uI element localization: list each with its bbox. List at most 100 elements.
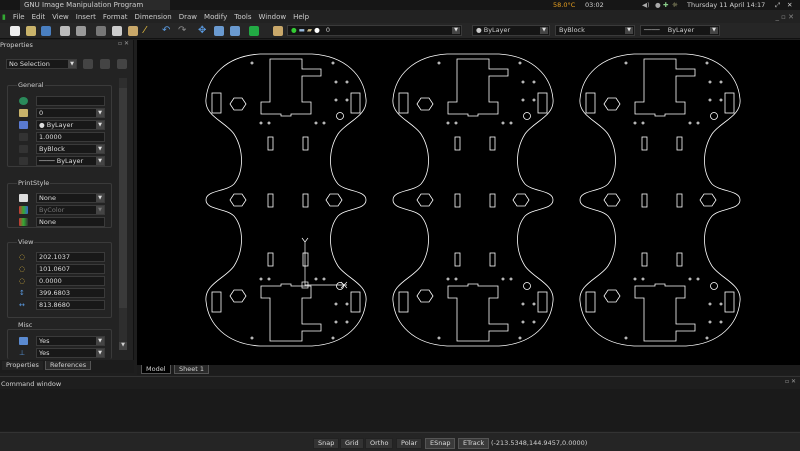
menu-modify[interactable]: Modify — [204, 13, 227, 21]
group-printstyle: PrintStyle — [17, 179, 51, 187]
hyperlink-icon — [19, 97, 28, 105]
undo-icon[interactable]: ↶ — [162, 26, 172, 36]
tab-sheet-1[interactable]: Sheet 1 — [174, 365, 209, 374]
layer-manager-icon[interactable] — [273, 26, 283, 36]
lineweight-select[interactable]: ──── ByLayer ▼ — [640, 25, 720, 36]
properties-panel: Properties ▫ ✕ No Selection ▼ General 0 ▼ … — [0, 40, 134, 373]
center-y-field[interactable]: 101.0607 — [36, 264, 105, 274]
ortho-button[interactable]: Ortho — [365, 438, 394, 449]
zoom-in-icon[interactable] — [214, 26, 224, 36]
plot-table-field[interactable]: None — [36, 217, 105, 227]
linetype-scale-field[interactable]: 1.0000 — [36, 132, 105, 142]
width-icon: ↔ — [19, 301, 25, 309]
layout-tabs: Model Sheet 1 — [137, 365, 800, 375]
save-icon[interactable] — [41, 26, 51, 36]
drawing[interactable] — [137, 40, 800, 365]
esnap-button[interactable]: ESnap — [425, 438, 456, 449]
drawing-canvas[interactable] — [137, 40, 800, 365]
paste-icon[interactable] — [128, 26, 138, 36]
color-select[interactable]: ● ByLayer ▼ — [472, 25, 550, 36]
lineweight-field[interactable]: ──── ByLayer ▼ — [36, 156, 105, 166]
scroll-down-icon[interactable]: ▼ — [119, 342, 127, 350]
plot-table-icon — [19, 218, 28, 226]
menu-window[interactable]: Window — [258, 13, 286, 21]
group-view: View — [17, 238, 35, 246]
center-x-field[interactable]: 202.1037 — [36, 252, 105, 262]
menu-bar: ▮ File Edit View Insert Format Dimension… — [0, 10, 800, 23]
tray-time: 03:02 — [585, 1, 604, 9]
linetype-field[interactable]: ByBlock ▼ — [36, 144, 105, 154]
tab-references[interactable]: References — [45, 361, 92, 370]
close-icon[interactable]: ✕ — [787, 0, 792, 10]
board-outline-2[interactable] — [392, 53, 554, 347]
menu-format[interactable]: Format — [103, 13, 128, 21]
etrack-button[interactable]: ETrack — [458, 438, 490, 449]
menu-tools[interactable]: Tools — [234, 13, 251, 21]
cut-icon[interactable] — [96, 26, 106, 36]
ucs-origin-field[interactable]: Yes ▼ — [36, 348, 105, 358]
command-window: Command window ▫ ✕ — [0, 376, 800, 432]
zoom-out-icon[interactable] — [230, 26, 240, 36]
group-general: General — [17, 81, 45, 89]
select-all-icon[interactable] — [100, 59, 110, 69]
command-window-controls-icon[interactable]: ▫ ✕ — [785, 378, 796, 385]
window-title: GNU Image Manipulation Program — [20, 0, 170, 10]
coordinates-readout: (-213.5348,144.9457,0.0000) — [491, 439, 588, 447]
window-controls-icon[interactable]: _ ▫ ✕ — [775, 13, 794, 21]
restore-icon[interactable]: ⤢ — [775, 0, 780, 10]
color-field[interactable]: ● ByLayer ▼ — [36, 120, 105, 130]
cpu-temperature: 58.0°C — [553, 1, 576, 9]
new-file-icon[interactable] — [10, 26, 20, 36]
color-icon — [19, 121, 28, 129]
ucs-axes-icon — [301, 237, 348, 289]
layer-select[interactable]: ● ▬ ▰ ● 0 ▼ — [287, 25, 462, 36]
panel-controls-icon[interactable]: ▫ ✕ — [118, 40, 129, 47]
print-icon[interactable] — [60, 26, 70, 36]
ucs-origin-icon: ⊥ — [19, 349, 26, 357]
menu-file[interactable]: File — [13, 13, 25, 21]
copy-icon[interactable] — [112, 26, 122, 36]
command-input[interactable] — [0, 389, 800, 431]
select-icon[interactable] — [83, 59, 93, 69]
redo-icon[interactable]: ↷ — [178, 26, 188, 36]
menu-edit[interactable]: Edit — [32, 13, 46, 21]
ucs-on-field[interactable]: Yes ▼ — [36, 336, 105, 346]
polar-button[interactable]: Polar — [396, 438, 423, 449]
height-field[interactable]: 399.6803 — [36, 288, 105, 298]
clock[interactable]: Thursday 11 April 14:17 — [687, 0, 765, 10]
plot-style-field[interactable]: None ▼ — [36, 193, 105, 203]
layer-icon — [19, 109, 28, 117]
grid-button[interactable]: Grid — [340, 438, 364, 449]
lineweight-icon — [19, 157, 28, 165]
menu-view[interactable]: View — [52, 13, 69, 21]
hyperlink-field[interactable] — [36, 96, 105, 106]
selection-select[interactable]: No Selection ▼ — [6, 59, 77, 69]
menu-dimension[interactable]: Dimension — [135, 13, 172, 21]
center-z-field[interactable]: 0.0000 — [36, 276, 105, 286]
tab-model[interactable]: Model — [141, 365, 171, 374]
tab-properties[interactable]: Properties — [2, 361, 43, 370]
height-icon: ↕ — [19, 289, 25, 297]
pan-icon[interactable]: ✥ — [198, 26, 208, 36]
print-preview-icon[interactable] — [76, 26, 86, 36]
draw-line-icon[interactable]: ⁄ — [144, 26, 154, 36]
chat-icon[interactable]: ● — [655, 0, 661, 10]
volume-icon[interactable]: ◀) — [642, 0, 650, 10]
layer-field[interactable]: 0 ▼ — [36, 108, 105, 118]
menu-insert[interactable]: Insert — [76, 13, 96, 21]
network-icon[interactable]: ✚ — [663, 0, 668, 10]
board-outline-3[interactable] — [579, 53, 741, 347]
width-field[interactable]: 813.8680 — [36, 300, 105, 310]
menu-help[interactable]: Help — [293, 13, 309, 21]
linetype-select[interactable]: ByBlock ▼ — [555, 25, 635, 36]
menu-draw[interactable]: Draw — [179, 13, 197, 21]
grid-icon[interactable] — [249, 26, 259, 36]
group-misc: Misc — [17, 321, 34, 329]
center-z-icon: ◌ — [19, 277, 26, 285]
snap-button[interactable]: Snap — [313, 438, 340, 449]
quick-select-icon[interactable] — [117, 59, 127, 69]
scrollbar-thumb[interactable] — [119, 88, 127, 308]
open-file-icon[interactable] — [26, 26, 36, 36]
board-outline-1[interactable] — [205, 53, 367, 347]
weather-icon[interactable]: ☼ — [672, 0, 678, 10]
